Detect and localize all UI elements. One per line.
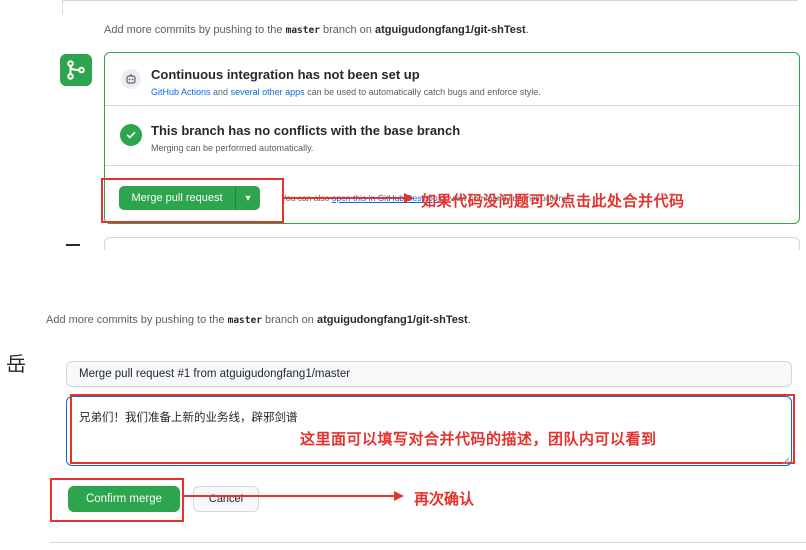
git-merge-icon [60,54,92,86]
check-icon [120,124,142,146]
timeline-dash [66,244,80,246]
repo-name: atguigudongfang1/git-shTest [374,24,526,36]
annotation-box-confirm [50,478,184,522]
timeline-line [62,0,63,14]
ci-robot-icon [121,69,141,89]
repo-name: atguigudongfang1/git-shTest [316,314,468,326]
ci-description: GitHub Actions and several other apps ca… [151,87,541,97]
timeline-top-border [62,0,798,1]
annotation-confirm-text: 再次确认 [414,491,475,508]
no-conflicts-row: This branch has no conflicts with the ba… [105,105,799,166]
commit-title-input[interactable]: Merge pull request #1 from atguigudongfa… [66,361,792,387]
no-conflicts-description: Merging can be performed automatically. [151,143,314,153]
other-apps-link[interactable]: several other apps [231,87,305,97]
side-character: 岳 [6,354,26,376]
push-hint-top: Add more commits by pushing to the maste… [104,24,529,36]
annotation-arrow-confirm [184,491,404,501]
annotation-arrow-merge [284,193,414,203]
annotation-description-text: 这里面可以填写对合并代码的描述，团队内可以看到 [300,431,657,448]
bottom-divider [50,542,806,543]
next-card-edge [104,237,800,250]
ci-title: Continuous integration has not been set … [151,67,420,82]
push-hint-bottom: Add more commits by pushing to the maste… [46,314,471,326]
branch-name: master [285,25,320,36]
resize-grip-icon[interactable] [780,455,790,465]
no-conflicts-title: This branch has no conflicts with the ba… [151,123,461,138]
annotation-box-merge [101,178,284,223]
annotation-merge-text: 如果代码没问题可以点击此处合并代码 [421,193,685,210]
github-actions-link[interactable]: GitHub Actions [151,87,211,97]
ci-status-row: Continuous integration has not been set … [105,53,799,106]
branch-name: master [227,315,262,326]
